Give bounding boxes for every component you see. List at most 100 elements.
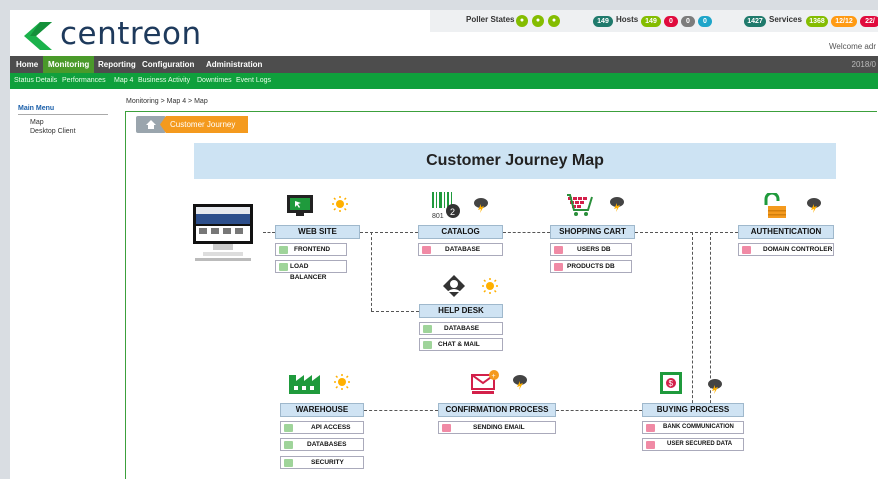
status-ok-icon xyxy=(423,325,432,333)
monitor-cursor-icon xyxy=(287,195,313,216)
poller-icon-3[interactable]: ● xyxy=(548,15,560,27)
subnav-status-details[interactable]: Status Details xyxy=(14,77,57,84)
connector xyxy=(556,410,642,411)
status-bar: Poller States ● ● ● 149 Hosts 149 0 0 0 … xyxy=(430,10,878,32)
svg-text:$: $ xyxy=(669,379,674,388)
status-critical-icon xyxy=(646,424,655,432)
group-website[interactable]: WEB SITE xyxy=(275,225,360,239)
connector xyxy=(635,232,738,233)
service-chat-mail[interactable]: CHAT & MAIL xyxy=(419,338,503,351)
service-user-secured-data[interactable]: USER SECURED DATA xyxy=(642,438,744,451)
nav-date: 2018/0 xyxy=(851,60,876,69)
services-count[interactable]: 1427 xyxy=(744,16,766,27)
sun-weather-icon xyxy=(334,374,350,390)
catalog-code: 801 xyxy=(432,213,444,220)
subnav-business-activity[interactable]: Business Activity xyxy=(138,77,190,84)
nav-configuration[interactable]: Configuration xyxy=(142,60,194,69)
status-ok-icon xyxy=(284,459,293,467)
subnav-performances[interactable]: Performances xyxy=(62,77,106,84)
services-warning-badge[interactable]: 12/12 xyxy=(831,16,857,27)
status-critical-icon xyxy=(442,424,451,432)
service-catalog-database[interactable]: DATABASE xyxy=(418,243,503,256)
nav-reporting[interactable]: Reporting xyxy=(98,60,136,69)
connector xyxy=(364,410,438,411)
nav-administration[interactable]: Administration xyxy=(206,60,262,69)
sidebar-title: Main Menu xyxy=(18,105,55,112)
barcode-icon: 2 801 xyxy=(432,192,460,220)
group-catalog[interactable]: CATALOG xyxy=(418,225,503,239)
service-sending-email[interactable]: SENDING EMAIL xyxy=(438,421,556,434)
service-security[interactable]: SECURITY xyxy=(280,456,364,469)
header: centreon Poller States ● ● ● 149 Hosts 1… xyxy=(10,10,878,56)
shopping-cart-icon xyxy=(567,194,593,216)
welcome-text: Welcome adr xyxy=(829,42,876,51)
breadcrumb: Monitoring > Map 4 > Map xyxy=(126,98,208,105)
services-critical-badge[interactable]: 22/ xyxy=(860,16,878,27)
storm-weather-icon xyxy=(708,379,722,394)
connector xyxy=(360,232,418,233)
logo-text: centreon xyxy=(60,16,202,52)
hosts-down-badge[interactable]: 0 xyxy=(664,16,678,27)
nav-monitoring[interactable]: Monitoring xyxy=(43,56,95,73)
group-warehouse[interactable]: WAREHOUSE xyxy=(280,403,364,417)
svg-text:2: 2 xyxy=(450,207,455,217)
status-critical-icon xyxy=(742,246,751,254)
group-buying-process[interactable]: BUYING PROCESS xyxy=(642,403,744,417)
email-alert-icon: + xyxy=(471,370,499,394)
status-ok-icon xyxy=(284,424,293,432)
status-ok-icon xyxy=(279,263,288,271)
service-bank-communication[interactable]: BANK COMMUNICATION xyxy=(642,421,744,434)
service-helpdesk-database[interactable]: DATABASE xyxy=(419,322,503,335)
status-critical-icon xyxy=(646,441,655,449)
storm-weather-icon xyxy=(807,198,821,213)
status-ok-icon xyxy=(423,341,432,349)
status-ok-icon xyxy=(279,246,288,254)
poller-icon-2[interactable]: ● xyxy=(532,15,544,27)
subnav-map4[interactable]: Map 4 xyxy=(114,77,133,84)
subnav-downtimes[interactable]: Downtimes xyxy=(197,77,232,84)
connector xyxy=(692,232,693,413)
group-authentication[interactable]: AUTHENTICATION xyxy=(738,225,834,239)
poller-states-label: Poller States xyxy=(466,15,515,24)
service-frontend[interactable]: FRONTEND xyxy=(275,243,347,256)
services-label: Services xyxy=(769,15,802,24)
poller-icon-1[interactable]: ● xyxy=(516,15,528,27)
service-users-db[interactable]: USERS DB xyxy=(550,243,632,256)
service-load-balancer[interactable]: LOAD BALANCER xyxy=(275,260,347,281)
service-databases[interactable]: DATABASES xyxy=(280,438,364,451)
hosts-count[interactable]: 149 xyxy=(593,16,613,27)
app-window: centreon Poller States ● ● ● 149 Hosts 1… xyxy=(10,10,878,479)
sidebar-divider xyxy=(18,114,108,115)
service-api-access[interactable]: API ACCESS xyxy=(280,421,364,434)
sidebar-item-map[interactable]: Map xyxy=(30,119,44,126)
group-help-desk[interactable]: HELP DESK xyxy=(419,304,503,318)
group-confirmation-process[interactable]: CONFIRMATION PROCESS xyxy=(438,403,556,417)
service-domain-controler[interactable]: DOMAIN CONTROLER xyxy=(738,243,834,256)
service-products-db[interactable]: PRODUCTS DB xyxy=(550,260,632,273)
status-critical-icon xyxy=(554,246,563,254)
svg-text:+: + xyxy=(492,373,496,380)
tab-customer-journey[interactable]: Customer Journey xyxy=(160,116,248,133)
nav-home[interactable]: Home xyxy=(16,60,38,69)
subnav-event-logs[interactable]: Event Logs xyxy=(236,77,271,84)
support-agent-icon xyxy=(443,275,465,297)
status-critical-icon xyxy=(554,263,563,271)
lock-icon xyxy=(764,193,786,218)
sun-weather-icon xyxy=(482,278,498,294)
storm-weather-icon xyxy=(474,198,488,213)
payment-receipt-icon: $ xyxy=(660,372,682,394)
connector xyxy=(371,311,419,312)
hosts-pending-badge[interactable]: 0 xyxy=(698,16,712,27)
hosts-unreachable-badge[interactable]: 0 xyxy=(681,16,695,27)
main-nav: Home Monitoring Reporting Configuration … xyxy=(10,56,878,73)
hosts-up-badge[interactable]: 149 xyxy=(641,16,661,27)
factory-icon xyxy=(289,375,320,394)
status-ok-icon xyxy=(284,441,293,449)
map-title: Customer Journey Map xyxy=(194,143,836,179)
group-shopping-cart[interactable]: SHOPPING CART xyxy=(550,225,635,239)
connector xyxy=(503,232,550,233)
sidebar-item-desktop-client[interactable]: Desktop Client xyxy=(30,128,76,135)
sub-nav: Status Details Performances Map 4 Busine… xyxy=(10,73,878,89)
hosts-label: Hosts xyxy=(616,15,639,24)
services-ok-badge[interactable]: 1368 xyxy=(806,16,828,27)
